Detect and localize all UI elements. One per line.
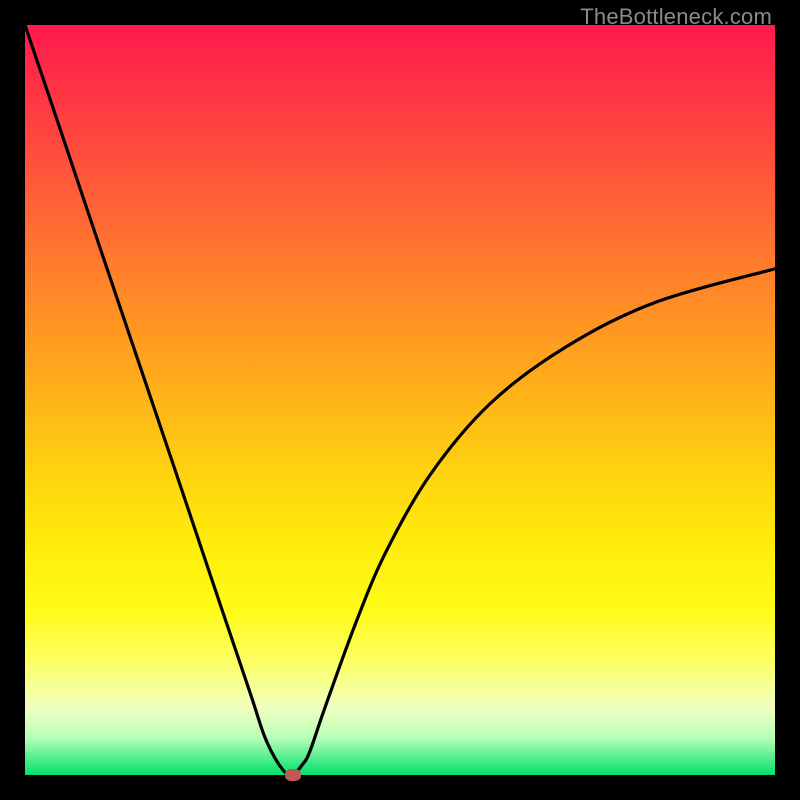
plot-area [25, 25, 775, 775]
chart-frame: TheBottleneck.com [0, 0, 800, 800]
minimum-marker [285, 769, 301, 781]
curve-svg [25, 25, 775, 775]
bottleneck-curve [25, 25, 775, 775]
